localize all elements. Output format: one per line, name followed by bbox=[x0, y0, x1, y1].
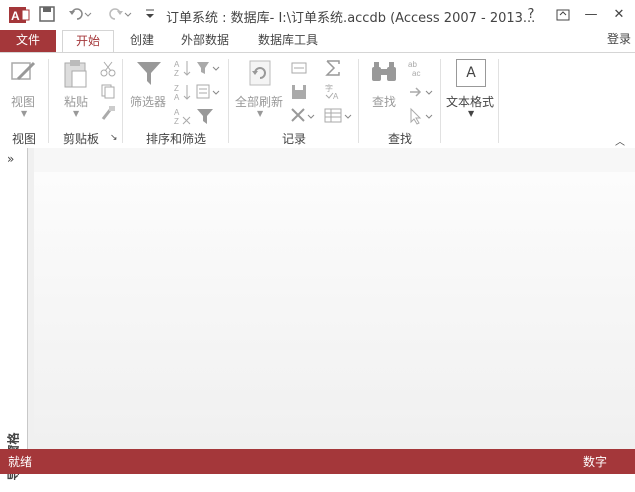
view-button[interactable]: 视图 ▼ bbox=[4, 59, 44, 125]
svg-text:ac: ac bbox=[412, 69, 420, 77]
workspace-header bbox=[34, 148, 635, 172]
filter-label: 筛选器 bbox=[130, 95, 167, 109]
redo-icon[interactable] bbox=[106, 5, 132, 26]
refresh-all-button[interactable]: 全部刷新 ▼ bbox=[233, 59, 287, 125]
svg-text:A: A bbox=[174, 108, 180, 117]
svg-text:A: A bbox=[11, 9, 20, 23]
ribbon: 视图 ▼ 视图 粘贴 ▼ 剪贴板 ↘ 筛选器 AZ ZA AZ 排序和筛选 全部… bbox=[0, 52, 635, 149]
undo-icon[interactable] bbox=[66, 5, 92, 26]
close-button[interactable]: ✕ bbox=[606, 4, 632, 26]
help-button[interactable]: ? bbox=[518, 4, 544, 26]
nav-pane-edge bbox=[27, 148, 34, 449]
group-label-sort-filter: 排序和筛选 bbox=[145, 132, 206, 146]
goto-icon[interactable] bbox=[408, 83, 436, 104]
binoculars-icon bbox=[372, 62, 396, 81]
paste-label: 粘贴 bbox=[64, 95, 89, 109]
svg-text:Z: Z bbox=[174, 117, 179, 125]
svg-text:A: A bbox=[174, 93, 180, 101]
chevron-down-icon: ▼ bbox=[468, 109, 475, 118]
new-record-icon[interactable] bbox=[290, 59, 308, 80]
login-link[interactable]: 登录 bbox=[607, 30, 631, 48]
group-separator bbox=[48, 59, 49, 143]
save-record-icon[interactable] bbox=[290, 83, 308, 104]
group-separator bbox=[440, 59, 441, 143]
find-label: 查找 bbox=[372, 95, 397, 109]
view-icon bbox=[11, 61, 36, 81]
copy-icon[interactable] bbox=[100, 83, 116, 102]
status-bar: 就绪 数字 bbox=[0, 449, 635, 474]
replace-icon[interactable]: ab ac bbox=[408, 59, 428, 80]
chevron-down-icon: ▼ bbox=[73, 109, 80, 118]
spelling-icon[interactable]: 字A bbox=[324, 83, 342, 104]
clear-sort-icon[interactable]: AZ bbox=[174, 107, 192, 128]
svg-text:ab: ab bbox=[408, 60, 417, 69]
status-numlock: 数字 bbox=[582, 455, 607, 469]
group-separator bbox=[498, 59, 499, 143]
totals-icon[interactable] bbox=[324, 59, 342, 80]
collapse-ribbon-icon[interactable]: ︿ bbox=[615, 133, 625, 148]
group-label-find: 查找 bbox=[387, 132, 412, 146]
group-separator bbox=[358, 59, 359, 143]
tab-file[interactable]: 文件 bbox=[0, 30, 56, 52]
toggle-filter-icon[interactable] bbox=[196, 107, 214, 128]
svg-text:A: A bbox=[333, 92, 339, 101]
text-format-button[interactable]: A 文本格式 ▼ bbox=[444, 57, 498, 123]
find-button[interactable]: 查找 bbox=[364, 59, 404, 125]
more-records-icon[interactable] bbox=[324, 107, 354, 128]
tab-database-tools[interactable]: 数据库工具 bbox=[252, 30, 324, 52]
refresh-icon bbox=[249, 60, 271, 86]
group-label-view: 视图 bbox=[11, 132, 36, 146]
chevron-down-icon: ▼ bbox=[21, 109, 28, 118]
advanced-filter-icon[interactable] bbox=[196, 83, 222, 104]
tab-home[interactable]: 开始 bbox=[62, 30, 114, 53]
svg-text:Z: Z bbox=[174, 69, 179, 77]
paste-button[interactable]: 粘贴 ▼ bbox=[56, 59, 96, 125]
select-icon[interactable] bbox=[408, 107, 436, 128]
paste-icon bbox=[64, 60, 87, 88]
dialog-launcher-icon[interactable]: ↘ bbox=[110, 133, 118, 143]
format-painter-icon[interactable] bbox=[100, 105, 116, 124]
group-label-clipboard: 剪贴板 bbox=[62, 132, 99, 146]
access-app-icon[interactable]: A bbox=[8, 5, 30, 28]
save-icon[interactable] bbox=[38, 5, 56, 26]
expand-nav-icon[interactable]: » bbox=[7, 152, 14, 166]
svg-text:Z: Z bbox=[174, 84, 179, 93]
status-ready: 就绪 bbox=[8, 455, 33, 469]
filter-icon bbox=[137, 62, 161, 85]
text-format-icon: A bbox=[456, 59, 486, 87]
group-separator bbox=[228, 59, 229, 143]
cut-icon[interactable] bbox=[100, 61, 116, 80]
refresh-all-label: 全部刷新 bbox=[235, 95, 284, 109]
workspace bbox=[34, 148, 635, 449]
group-label-records: 记录 bbox=[281, 132, 306, 146]
filter-button[interactable]: 筛选器 bbox=[128, 59, 170, 125]
minimize-button[interactable]: — bbox=[578, 4, 604, 26]
sort-descending-icon[interactable]: ZA bbox=[174, 83, 192, 104]
svg-text:字: 字 bbox=[325, 83, 333, 93]
tab-create[interactable]: 创建 bbox=[120, 30, 164, 52]
svg-text:A: A bbox=[174, 60, 180, 69]
group-separator bbox=[122, 59, 123, 143]
sort-ascending-icon[interactable]: AZ bbox=[174, 59, 192, 80]
delete-record-icon[interactable] bbox=[290, 107, 316, 128]
window-title: 订单系统 : 数据库- I:\订单系统.accdb (Access 2007 -… bbox=[166, 11, 536, 26]
text-format-label: 文本格式 bbox=[446, 95, 495, 109]
ribbon-display-options-button[interactable] bbox=[550, 4, 576, 26]
view-label: 视图 bbox=[11, 95, 36, 109]
ribbon-tabs: 文件 开始 创建 外部数据 数据库工具 登录 bbox=[0, 30, 635, 53]
tab-external-data[interactable]: 外部数据 bbox=[174, 30, 236, 52]
title-bar: A 订单系统 : 数据库- I:\订单系统.accdb (Access 2007… bbox=[0, 0, 635, 30]
navigation-pane[interactable]: » 导航窗格 bbox=[0, 148, 34, 481]
customize-quick-access-icon[interactable] bbox=[144, 7, 156, 24]
selection-filter-icon[interactable] bbox=[196, 59, 222, 80]
chevron-down-icon: ▼ bbox=[257, 109, 264, 118]
